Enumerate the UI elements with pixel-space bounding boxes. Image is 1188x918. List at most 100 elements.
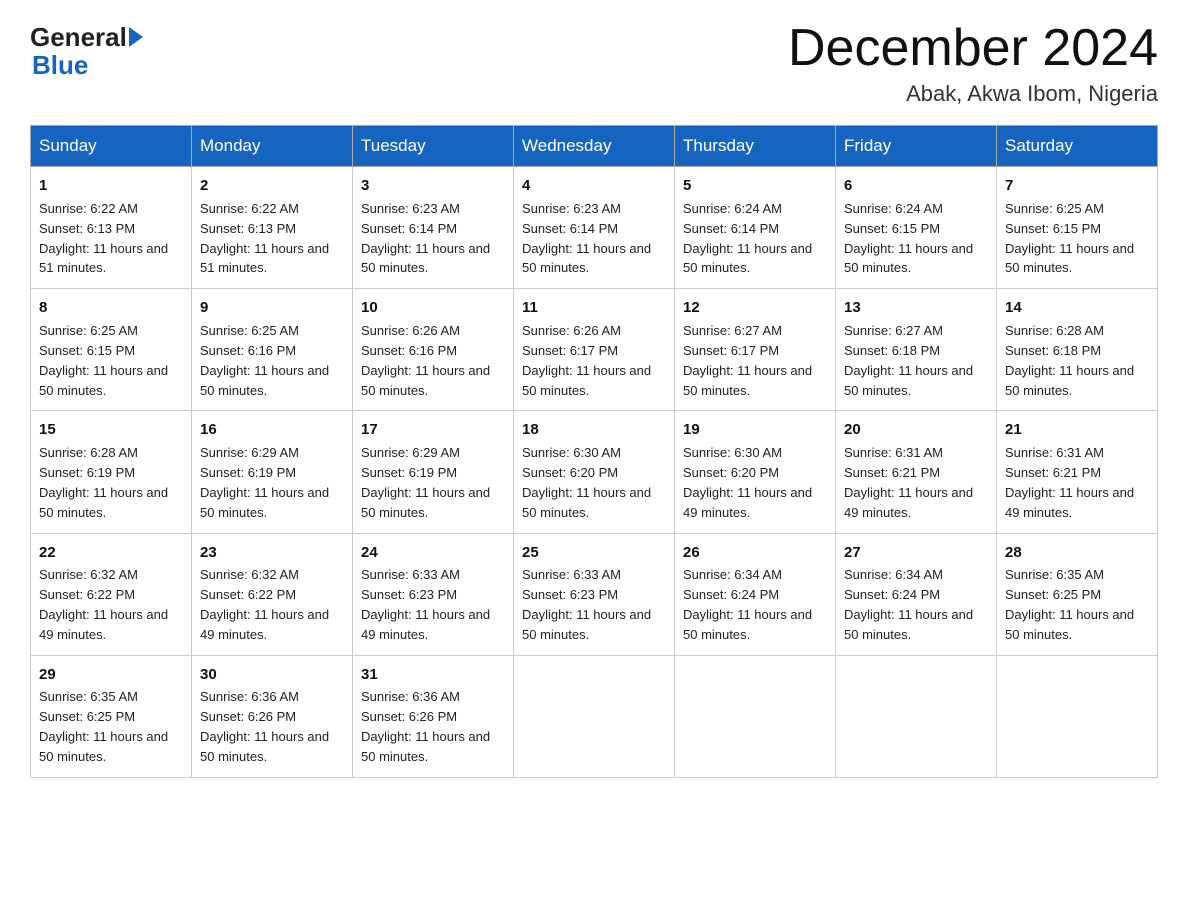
- day-number: 21: [1005, 419, 1149, 441]
- calendar-cell: 3 Sunrise: 6:23 AMSunset: 6:14 PMDaylight…: [353, 167, 514, 289]
- calendar-cell: 18 Sunrise: 6:30 AMSunset: 6:20 PMDayligh…: [514, 411, 675, 533]
- day-info: Sunrise: 6:28 AMSunset: 6:19 PMDaylight:…: [39, 445, 168, 520]
- weekday-header-tuesday: Tuesday: [353, 126, 514, 167]
- calendar-cell: 7Sunrise: 6:25 AMSunset: 6:15 PMDaylight…: [997, 167, 1158, 289]
- calendar-cell: 27 Sunrise: 6:34 AMSunset: 6:24 PMDayligh…: [836, 533, 997, 655]
- day-info: Sunrise: 6:29 AMSunset: 6:19 PMDaylight:…: [361, 445, 490, 520]
- calendar-cell: 20 Sunrise: 6:31 AMSunset: 6:21 PMDayligh…: [836, 411, 997, 533]
- day-number: 26: [683, 542, 827, 564]
- calendar-cell: 10Sunrise: 6:26 AMSunset: 6:16 PMDayligh…: [353, 289, 514, 411]
- calendar-cell: 19 Sunrise: 6:30 AMSunset: 6:20 PMDayligh…: [675, 411, 836, 533]
- calendar-week-row: 1 Sunrise: 6:22 AMSunset: 6:13 PMDaylight…: [31, 167, 1158, 289]
- day-number: 19: [683, 419, 827, 441]
- weekday-header-row: SundayMondayTuesdayWednesdayThursdayFrid…: [31, 126, 1158, 167]
- month-title: December 2024: [788, 20, 1158, 77]
- day-number: 13: [844, 297, 988, 319]
- calendar-cell: 29 Sunrise: 6:35 AMSunset: 6:25 PMDayligh…: [31, 655, 192, 777]
- day-info: Sunrise: 6:26 AMSunset: 6:16 PMDaylight:…: [361, 323, 490, 398]
- day-info: Sunrise: 6:31 AMSunset: 6:21 PMDaylight:…: [1005, 445, 1134, 520]
- weekday-header-thursday: Thursday: [675, 126, 836, 167]
- day-number: 6: [844, 175, 988, 197]
- calendar-cell: 30Sunrise: 6:36 AMSunset: 6:26 PMDayligh…: [192, 655, 353, 777]
- day-info: Sunrise: 6:25 AMSunset: 6:15 PMDaylight:…: [39, 323, 168, 398]
- calendar-cell: 2Sunrise: 6:22 AMSunset: 6:13 PMDaylight…: [192, 167, 353, 289]
- day-info: Sunrise: 6:30 AMSunset: 6:20 PMDaylight:…: [522, 445, 651, 520]
- calendar-cell: 31 Sunrise: 6:36 AMSunset: 6:26 PMDayligh…: [353, 655, 514, 777]
- day-number: 1: [39, 175, 183, 197]
- day-info: Sunrise: 6:34 AMSunset: 6:24 PMDaylight:…: [844, 567, 973, 642]
- day-info: Sunrise: 6:34 AMSunset: 6:24 PMDaylight:…: [683, 567, 812, 642]
- calendar-cell: [997, 655, 1158, 777]
- day-number: 7: [1005, 175, 1149, 197]
- day-info: Sunrise: 6:27 AMSunset: 6:17 PMDaylight:…: [683, 323, 812, 398]
- day-info: Sunrise: 6:22 AMSunset: 6:13 PMDaylight:…: [200, 201, 329, 276]
- calendar-cell: 17 Sunrise: 6:29 AMSunset: 6:19 PMDayligh…: [353, 411, 514, 533]
- day-number: 4: [522, 175, 666, 197]
- day-info: Sunrise: 6:33 AMSunset: 6:23 PMDaylight:…: [361, 567, 490, 642]
- calendar-table: SundayMondayTuesdayWednesdayThursdayFrid…: [30, 125, 1158, 778]
- calendar-cell: 4Sunrise: 6:23 AMSunset: 6:14 PMDaylight…: [514, 167, 675, 289]
- day-number: 3: [361, 175, 505, 197]
- day-info: Sunrise: 6:23 AMSunset: 6:14 PMDaylight:…: [361, 201, 490, 276]
- weekday-header-monday: Monday: [192, 126, 353, 167]
- day-number: 12: [683, 297, 827, 319]
- logo-general: General: [30, 24, 127, 50]
- weekday-header-friday: Friday: [836, 126, 997, 167]
- day-info: Sunrise: 6:32 AMSunset: 6:22 PMDaylight:…: [200, 567, 329, 642]
- logo-arrow-icon: [129, 27, 143, 47]
- day-info: Sunrise: 6:30 AMSunset: 6:20 PMDaylight:…: [683, 445, 812, 520]
- day-info: Sunrise: 6:25 AMSunset: 6:16 PMDaylight:…: [200, 323, 329, 398]
- calendar-cell: [836, 655, 997, 777]
- day-info: Sunrise: 6:32 AMSunset: 6:22 PMDaylight:…: [39, 567, 168, 642]
- day-info: Sunrise: 6:33 AMSunset: 6:23 PMDaylight:…: [522, 567, 651, 642]
- calendar-cell: 28Sunrise: 6:35 AMSunset: 6:25 PMDayligh…: [997, 533, 1158, 655]
- day-number: 25: [522, 542, 666, 564]
- calendar-cell: 24Sunrise: 6:33 AMSunset: 6:23 PMDayligh…: [353, 533, 514, 655]
- day-info: Sunrise: 6:29 AMSunset: 6:19 PMDaylight:…: [200, 445, 329, 520]
- day-number: 16: [200, 419, 344, 441]
- day-number: 22: [39, 542, 183, 564]
- day-number: 17: [361, 419, 505, 441]
- day-info: Sunrise: 6:22 AMSunset: 6:13 PMDaylight:…: [39, 201, 168, 276]
- day-info: Sunrise: 6:24 AMSunset: 6:14 PMDaylight:…: [683, 201, 812, 276]
- day-number: 29: [39, 664, 183, 686]
- day-info: Sunrise: 6:28 AMSunset: 6:18 PMDaylight:…: [1005, 323, 1134, 398]
- calendar-cell: 13 Sunrise: 6:27 AMSunset: 6:18 PMDayligh…: [836, 289, 997, 411]
- location-subtitle: Abak, Akwa Ibom, Nigeria: [788, 81, 1158, 107]
- calendar-cell: 5 Sunrise: 6:24 AMSunset: 6:14 PMDaylight…: [675, 167, 836, 289]
- day-info: Sunrise: 6:26 AMSunset: 6:17 PMDaylight:…: [522, 323, 651, 398]
- day-info: Sunrise: 6:27 AMSunset: 6:18 PMDaylight:…: [844, 323, 973, 398]
- day-number: 31: [361, 664, 505, 686]
- logo-blue-text: Blue: [30, 50, 88, 81]
- day-number: 27: [844, 542, 988, 564]
- calendar-week-row: 22 Sunrise: 6:32 AMSunset: 6:22 PMDayligh…: [31, 533, 1158, 655]
- calendar-cell: 14 Sunrise: 6:28 AMSunset: 6:18 PMDayligh…: [997, 289, 1158, 411]
- day-number: 9: [200, 297, 344, 319]
- calendar-cell: 23Sunrise: 6:32 AMSunset: 6:22 PMDayligh…: [192, 533, 353, 655]
- calendar-cell: [675, 655, 836, 777]
- title-section: December 2024 Abak, Akwa Ibom, Nigeria: [788, 20, 1158, 107]
- day-number: 20: [844, 419, 988, 441]
- day-number: 14: [1005, 297, 1149, 319]
- calendar-week-row: 15 Sunrise: 6:28 AMSunset: 6:19 PMDayligh…: [31, 411, 1158, 533]
- calendar-cell: 8Sunrise: 6:25 AMSunset: 6:15 PMDaylight…: [31, 289, 192, 411]
- calendar-cell: 11Sunrise: 6:26 AMSunset: 6:17 PMDayligh…: [514, 289, 675, 411]
- day-info: Sunrise: 6:35 AMSunset: 6:25 PMDaylight:…: [39, 689, 168, 764]
- day-info: Sunrise: 6:31 AMSunset: 6:21 PMDaylight:…: [844, 445, 973, 520]
- day-info: Sunrise: 6:24 AMSunset: 6:15 PMDaylight:…: [844, 201, 973, 276]
- weekday-header-saturday: Saturday: [997, 126, 1158, 167]
- day-number: 18: [522, 419, 666, 441]
- day-info: Sunrise: 6:35 AMSunset: 6:25 PMDaylight:…: [1005, 567, 1134, 642]
- calendar-cell: 25 Sunrise: 6:33 AMSunset: 6:23 PMDayligh…: [514, 533, 675, 655]
- day-number: 15: [39, 419, 183, 441]
- calendar-cell: 21 Sunrise: 6:31 AMSunset: 6:21 PMDayligh…: [997, 411, 1158, 533]
- weekday-header-wednesday: Wednesday: [514, 126, 675, 167]
- logo-blue: Blue: [32, 50, 88, 80]
- day-info: Sunrise: 6:36 AMSunset: 6:26 PMDaylight:…: [361, 689, 490, 764]
- day-number: 5: [683, 175, 827, 197]
- calendar-cell: 26 Sunrise: 6:34 AMSunset: 6:24 PMDayligh…: [675, 533, 836, 655]
- calendar-cell: [514, 655, 675, 777]
- calendar-cell: 6 Sunrise: 6:24 AMSunset: 6:15 PMDaylight…: [836, 167, 997, 289]
- weekday-header-sunday: Sunday: [31, 126, 192, 167]
- calendar-week-row: 8Sunrise: 6:25 AMSunset: 6:15 PMDaylight…: [31, 289, 1158, 411]
